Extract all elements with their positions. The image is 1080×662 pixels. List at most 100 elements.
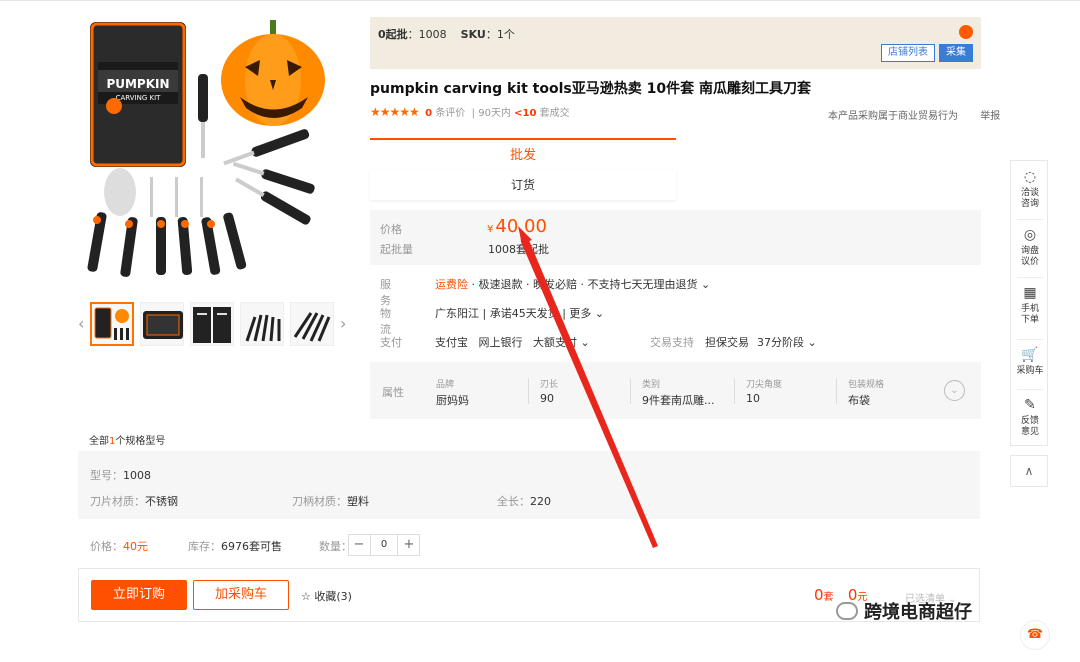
attr-blade-length: 刃长 90 — [540, 377, 558, 405]
svg-text:CARVING KIT: CARVING KIT — [116, 94, 162, 102]
attr-name: 包装规格 — [848, 380, 885, 390]
thumbnail-tools-fan-1[interactable] — [240, 302, 284, 346]
wechat-icon — [836, 602, 858, 620]
add-to-cart-button[interactable]: 加采购车 — [193, 580, 289, 610]
thumbnail-pumpkin-kit-case[interactable] — [90, 302, 134, 346]
trade-support-value: 担保交易 — [705, 336, 749, 349]
logistics-values: 广东阳江 | 承诺45天发货 | 更多 ⌄ — [435, 307, 605, 320]
payment-methods: 支付宝 网上银行 大额支付 ⌄ — [435, 334, 590, 350]
rating-line: ★★★★★ 0 条评价 | 90天内 <10 套成交 — [370, 105, 570, 119]
qty-minus-button[interactable]: − — [349, 535, 369, 555]
spec-panel: 型号：1008 刀片材质：不锈钢 刀柄材质：塑料 全长：220 — [78, 451, 980, 519]
sidebar-divider — [1017, 339, 1043, 340]
all-specs-suffix: 个规格型号 — [115, 436, 166, 447]
sidebar-inquiry[interactable]: ◎ 询盘 议价 — [1011, 227, 1049, 268]
thumbnail-kit-tools-black[interactable] — [140, 302, 184, 346]
attr-value: 布袋 — [848, 394, 870, 407]
wholesale-info-bar: 0起批：1008 SKU：1个 店铺列表 采集 — [370, 17, 981, 69]
payment-online-bank: 网上银行 — [478, 336, 523, 349]
attr-value: 10 — [746, 392, 760, 405]
watermark: 跨境电商超仔 — [836, 598, 972, 624]
moq-qty-value: 1008套起批 — [488, 243, 549, 256]
thumbnail-tools-fan-2[interactable] — [290, 302, 334, 346]
spec-length: 全长：220 — [497, 493, 551, 509]
product-main-image[interactable]: PUMPKIN CARVING KIT — [80, 12, 352, 288]
attr-divider — [836, 378, 837, 404]
service-values[interactable]: 运费险 · 极速退款 · 晚发必赔 · 不支持七天无理由退货 ⌄ — [435, 276, 710, 292]
ship-origin: 广东阳江 — [435, 307, 479, 320]
order-now-button[interactable]: 立即订购 — [91, 580, 187, 610]
moq-value: 1008 — [418, 28, 447, 41]
all-specs-prefix: 全部 — [89, 436, 109, 447]
quantity-row: 价格：40元 库存：6976套可售 数量： − 0 + — [78, 528, 980, 562]
attr-tip-angle: 刀尖角度 10 — [746, 377, 782, 405]
sidebar-divider — [1017, 389, 1043, 390]
qty-plus-button[interactable]: + — [399, 535, 419, 555]
sidebar-mobile-order[interactable]: ▦ 手机 下单 — [1011, 285, 1049, 326]
total-qty-unit: 套 — [823, 592, 834, 603]
product-illustration: PUMPKIN CARVING KIT — [87, 20, 325, 277]
sidebar-feedback[interactable]: ✎ 反馈 意见 — [1011, 397, 1049, 438]
feedback-icon: ✎ — [1024, 397, 1036, 413]
trade-mode-tabs: 批发 订货 — [370, 138, 676, 200]
back-to-top-button[interactable]: ∧ — [1010, 455, 1048, 487]
favorite-button[interactable]: ☆ 收藏(3) — [301, 588, 352, 604]
price-panel: 价格 ¥40.00 起批量 1008套起批 — [370, 210, 981, 265]
collect-button[interactable]: 采集 — [939, 44, 973, 62]
attr-divider — [630, 378, 631, 404]
deals-value: <10 — [514, 108, 537, 119]
chat-icon: ◌ — [1023, 169, 1037, 185]
shop-list-button[interactable]: 店铺列表 — [881, 44, 935, 62]
compliance-text: 本产品采购属于商业贸易行为 — [828, 111, 958, 122]
attr-divider — [528, 378, 529, 404]
tab-order[interactable]: 订货 — [370, 170, 676, 200]
purchase-price-label: 价格： — [90, 540, 123, 553]
logistics-label: 物流 — [380, 307, 391, 336]
qty-input[interactable]: 0 — [370, 535, 398, 555]
report-link[interactable]: 举报 — [980, 111, 1000, 122]
review-count[interactable]: 0 — [425, 108, 432, 119]
ship-promise: 承诺45天发货 — [489, 307, 559, 320]
attr-name: 刃长 — [540, 380, 559, 390]
logistics-more[interactable]: 更多 ⌄ — [569, 307, 604, 320]
price-value: ¥40.00 — [487, 216, 547, 237]
attr-packaging: 包装规格 布袋 — [848, 377, 884, 408]
sidebar-cart[interactable]: 🛒 采购车 — [1011, 347, 1049, 377]
spec-handle-label: 刀柄材质： — [292, 495, 347, 508]
installments[interactable]: 37分阶段 ⌄ — [757, 334, 817, 350]
sidebar-chat[interactable]: ◌ 洽谈 咨询 — [1011, 169, 1049, 210]
price-label: 价格 — [380, 223, 402, 236]
payment-alipay: 支付宝 — [435, 336, 468, 349]
sku-label: SKU — [460, 28, 486, 41]
rating-stars-icon: ★★★★★ — [370, 105, 420, 119]
attributes-label: 属性 — [382, 386, 404, 399]
thumb-next-icon[interactable]: › — [340, 314, 346, 333]
attr-category: 类别 9件套南瓜雕... — [642, 377, 715, 408]
brand-logo-icon[interactable] — [959, 25, 973, 39]
freight-insurance[interactable]: 运费险 — [435, 278, 468, 291]
tab-wholesale[interactable]: 批发 — [370, 138, 676, 170]
svg-text:PUMPKIN: PUMPKIN — [106, 77, 169, 91]
payment-large[interactable]: 大额支付 ⌄ — [533, 336, 590, 349]
customer-service-icon[interactable]: ☎ — [1020, 620, 1050, 650]
moq-label: 0起批 — [378, 28, 408, 41]
service-label: 服务 — [380, 278, 391, 307]
spec-blade-value: 不锈钢 — [145, 495, 178, 508]
payment-label: 支付 — [380, 336, 402, 349]
expand-attributes-icon[interactable]: ⌄ — [944, 380, 965, 401]
thumb-prev-icon[interactable]: ‹ — [78, 314, 84, 333]
spec-handle-material: 刀柄材质：塑料 — [292, 493, 369, 509]
sidebar-feedback-label: 反馈 意见 — [1020, 416, 1039, 437]
thumbnail-kit-open-case[interactable] — [190, 302, 234, 346]
stock: 库存：6976套可售 — [188, 538, 282, 554]
top-divider — [0, 0, 1080, 1]
spec-length-value: 220 — [530, 495, 551, 508]
service-items[interactable]: · 极速退款 · 晚发必赔 · 不支持七天无理由退货 ⌄ — [472, 278, 711, 291]
trade-support-label: 交易支持 — [650, 336, 694, 349]
review-label[interactable]: 条评价 — [435, 108, 465, 119]
attr-divider — [734, 378, 735, 404]
spec-blade-label: 刀片材质： — [90, 495, 145, 508]
sidebar-inquiry-label: 询盘 议价 — [1020, 246, 1039, 267]
attr-value: 9件套南瓜雕... — [642, 394, 715, 407]
attr-brand: 品牌 厨妈妈 — [436, 377, 469, 408]
